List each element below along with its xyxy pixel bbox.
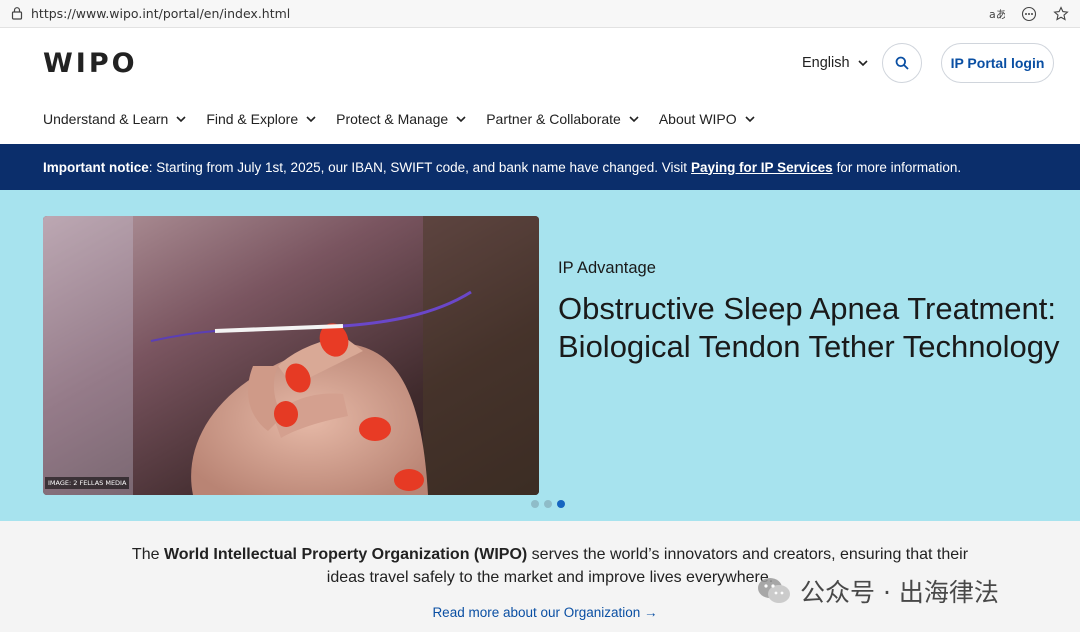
- important-notice-banner: Important notice : Starting from July 1s…: [0, 144, 1080, 190]
- carousel-dot-active[interactable]: [557, 500, 565, 508]
- notice-tail: for more information.: [836, 159, 962, 175]
- wipo-logo[interactable]: WIPO: [43, 48, 138, 79]
- main-nav: Understand & Learn Find & Explore Protec…: [43, 111, 775, 127]
- hero-carousel: IMAGE: 2 FELLAS MEDIA IP Advantage Obstr…: [0, 190, 1080, 521]
- watermark-text: 公众号 · 出海律法: [800, 578, 999, 607]
- nav-item-label: Find & Explore: [206, 111, 299, 127]
- wechat-icon: [758, 578, 790, 603]
- nav-item-about-wipo[interactable]: About WIPO: [659, 111, 755, 127]
- search-button[interactable]: [882, 43, 922, 83]
- nav-item-partner-collaborate[interactable]: Partner & Collaborate: [486, 111, 639, 127]
- chevron-down-icon: [745, 115, 755, 122]
- ip-portal-login-button[interactable]: IP Portal login: [941, 43, 1054, 83]
- wechat-watermark: 公众号 · 出海律法: [756, 573, 999, 609]
- more-icon[interactable]: [1020, 5, 1038, 23]
- hero-image[interactable]: IMAGE: 2 FELLAS MEDIA: [43, 216, 539, 495]
- carousel-dot[interactable]: [531, 500, 539, 508]
- carousel-dot[interactable]: [544, 500, 552, 508]
- chevron-down-icon: [456, 115, 466, 122]
- notice-lead: Important notice: [43, 159, 149, 175]
- about-org-name: World Intellectual Property Organization…: [163, 546, 528, 563]
- about-pre: The: [131, 546, 164, 563]
- nav-item-label: Partner & Collaborate: [486, 111, 621, 127]
- url-field[interactable]: https://www.wipo.int/portal/en/index.htm…: [31, 6, 290, 21]
- carousel-dots: [531, 500, 565, 508]
- svg-text:aあ: aあ: [989, 8, 1005, 21]
- hero-title[interactable]: Obstructive Sleep Apnea Treatment: Biolo…: [558, 290, 1068, 366]
- hero-kicker: IP Advantage: [558, 259, 656, 277]
- language-selector[interactable]: English: [802, 55, 868, 71]
- nav-item-label: Protect & Manage: [336, 111, 449, 127]
- nav-item-label: Understand & Learn: [43, 111, 169, 127]
- nav-item-protect-manage[interactable]: Protect & Manage: [336, 111, 466, 127]
- search-icon: [895, 56, 909, 70]
- chevron-down-icon: [629, 115, 639, 122]
- chevron-down-icon: [306, 115, 316, 122]
- image-credit: IMAGE: 2 FELLAS MEDIA: [45, 477, 130, 489]
- nav-item-understand-learn[interactable]: Understand & Learn: [43, 111, 186, 127]
- notice-text: : Starting from July 1st, 2025, our IBAN…: [148, 159, 688, 175]
- language-label: English: [802, 55, 850, 71]
- favorite-star-icon[interactable]: [1052, 5, 1070, 23]
- paying-for-ip-services-link[interactable]: Paying for IP Services: [691, 160, 833, 175]
- lock-icon[interactable]: [10, 6, 24, 20]
- nav-item-find-explore[interactable]: Find & Explore: [206, 111, 316, 127]
- hand-holding-implant-image: [43, 216, 539, 495]
- chevron-down-icon: [857, 59, 868, 66]
- nav-item-label: About WIPO: [658, 111, 737, 127]
- site-header: WIPO English IP Portal login Understand …: [0, 29, 1080, 144]
- chevron-down-icon: [176, 115, 186, 122]
- read-aloud-icon[interactable]: aあ: [988, 5, 1006, 23]
- browser-address-bar: https://www.wipo.int/portal/en/index.htm…: [0, 0, 1080, 28]
